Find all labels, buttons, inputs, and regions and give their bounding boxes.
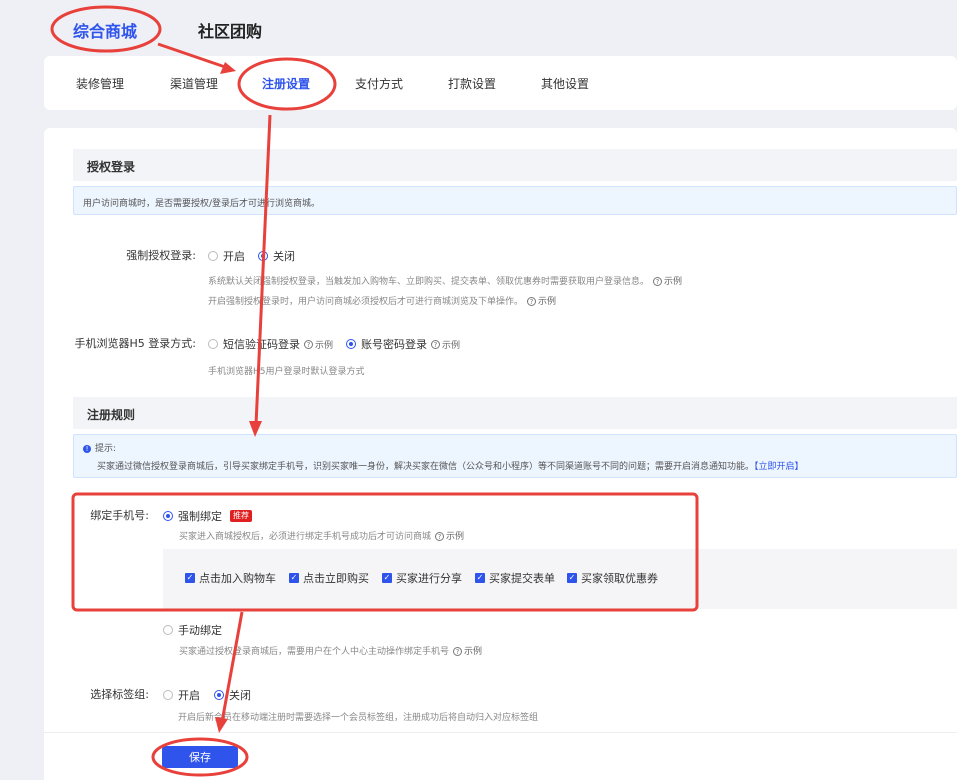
bind-force-help: 买家进入商城授权后，必须进行绑定手机号成功后才可访问商城? 示例 xyxy=(179,529,464,542)
radio-label: 强制绑定 xyxy=(178,510,222,523)
tab-general-mall[interactable]: 综合商城 xyxy=(73,18,137,42)
checkbox-label: 买家领取优惠券 xyxy=(581,572,658,585)
checkbox-checked-icon: ✓ xyxy=(567,573,577,583)
tag-group-label: 选择标签组: xyxy=(90,688,149,701)
radio-checked-icon xyxy=(258,251,268,261)
checkbox-label: 买家提交表单 xyxy=(489,572,555,585)
question-icon: ? xyxy=(435,532,445,541)
recommended-badge: 推荐 xyxy=(230,510,252,522)
tab-other[interactable]: 其他设置 xyxy=(541,75,589,92)
h5-login-label: 手机浏览器H5 登录方式: xyxy=(74,337,196,350)
h5-help: 手机浏览器H5用户登录时默认登录方式 xyxy=(208,367,365,377)
tag-on-radio[interactable]: 开启 xyxy=(163,687,200,703)
tip-text: 买家通过微信授权登录商城后，引导买家绑定手机号，识别买家唯一身份，解决买家在微信… xyxy=(97,462,755,472)
tab-register-settings[interactable]: 注册设置 xyxy=(262,75,310,92)
force-auth-label: 强制授权登录: xyxy=(126,249,196,262)
question-icon: ? xyxy=(527,297,537,306)
radio-checked-icon xyxy=(214,690,224,700)
radio-label: 手动绑定 xyxy=(178,624,222,637)
radio-checked-icon xyxy=(346,339,356,349)
checkbox-submit-form[interactable]: ✓ 买家提交表单 xyxy=(475,570,555,586)
radio-label: 开启 xyxy=(223,250,245,263)
checkbox-checked-icon: ✓ xyxy=(185,573,195,583)
help-text: 系统默认关闭强制授权登录，当触发加入购物车、立即购买、提交表单、领取优惠券时需要… xyxy=(208,277,650,287)
help-text: 买家通过授权登录商城后，需要用户在个人中心主动操作绑定手机号 xyxy=(179,647,450,657)
radio-label: 短信验证码登录 xyxy=(223,338,300,351)
sub-tab-bar: 装修管理 渠道管理 注册设置 支付方式 打款设置 其他设置 xyxy=(44,56,957,110)
force-auth-help-1: 系统默认关闭强制授权登录，当触发加入购物车、立即购买、提交表单、领取优惠券时需要… xyxy=(208,274,682,287)
radio-label: 关闭 xyxy=(229,689,251,702)
radio-icon xyxy=(208,339,218,349)
example-link[interactable]: 示例 xyxy=(446,532,464,542)
question-icon: ? xyxy=(453,647,463,656)
force-auth-help-2: 开启强制授权登录时，用户访问商城必须授权后才可进行商城浏览及下单操作。? 示例 xyxy=(208,294,556,307)
question-icon: ? xyxy=(431,339,440,349)
section-register-heading: 注册规则 xyxy=(73,397,957,429)
h5-sms-radio[interactable]: 短信验证码登录? 示例 xyxy=(208,336,333,352)
force-auth-on-radio[interactable]: 开启 xyxy=(208,248,245,264)
radio-icon xyxy=(163,625,173,635)
checkbox-checked-icon: ✓ xyxy=(475,573,485,583)
section-auth-heading: 授权登录 xyxy=(73,149,957,181)
bind-force-radio[interactable]: 强制绑定 推荐 xyxy=(163,508,252,524)
checkbox-checked-icon: ✓ xyxy=(382,573,392,583)
checkbox-checked-icon: ✓ xyxy=(289,573,299,583)
tab-payment[interactable]: 支付方式 xyxy=(355,75,403,92)
question-icon: ? xyxy=(304,339,313,349)
auth-info-box: 用户访问商城时，是否需要授权/登录后才可进行浏览商城。 xyxy=(73,186,957,215)
tag-help: 开启后新会员在移动端注册时需要选择一个会员标签组，注册成功后将自动归入对应标签组 xyxy=(178,713,539,723)
bind-manual-radio[interactable]: 手动绑定 xyxy=(163,622,222,638)
example-link[interactable]: 示例 xyxy=(538,297,556,307)
tab-transfer[interactable]: 打款设置 xyxy=(448,75,496,92)
info-icon: ! xyxy=(83,445,91,453)
help-text: 买家进入商城授权后，必须进行绑定手机号成功后才可访问商城 xyxy=(179,532,432,542)
question-icon: ? xyxy=(653,277,663,286)
radio-label: 关闭 xyxy=(273,250,295,263)
top-tab-bar: 综合商城 社区团购 xyxy=(44,0,957,56)
example-link[interactable]: 示例 xyxy=(315,338,333,351)
force-auth-off-radio[interactable]: 关闭 xyxy=(258,248,295,264)
save-button[interactable]: 保存 xyxy=(162,746,238,768)
radio-icon xyxy=(208,251,218,261)
settings-panel: 授权登录 用户访问商城时，是否需要授权/登录后才可进行浏览商城。 强制授权登录:… xyxy=(44,128,957,780)
tab-channel[interactable]: 渠道管理 xyxy=(170,75,218,92)
bind-manual-help: 买家通过授权登录商城后，需要用户在个人中心主动操作绑定手机号? 示例 xyxy=(179,644,482,657)
example-link[interactable]: 示例 xyxy=(442,338,460,351)
checkbox-buy-now[interactable]: ✓ 点击立即购买 xyxy=(289,570,369,586)
bind-phone-label: 绑定手机号: xyxy=(90,509,149,522)
enable-now-link[interactable]: 【立即开启】 xyxy=(754,462,804,472)
radio-label: 账号密码登录 xyxy=(361,338,427,351)
tag-off-radio[interactable]: 关闭 xyxy=(214,687,251,703)
checkbox-label: 点击加入购物车 xyxy=(199,572,276,585)
example-link[interactable]: 示例 xyxy=(464,647,482,657)
register-tip-box: ! 提示: 买家通过微信授权登录商城后，引导买家绑定手机号，识别买家唯一身份，解决… xyxy=(73,434,957,478)
checkbox-add-cart[interactable]: ✓ 点击加入购物车 xyxy=(185,570,276,586)
h5-password-radio[interactable]: 账号密码登录? 示例 xyxy=(346,336,460,352)
checkbox-label: 买家进行分享 xyxy=(396,572,462,585)
checkbox-coupon[interactable]: ✓ 买家领取优惠券 xyxy=(567,570,658,586)
radio-icon xyxy=(163,690,173,700)
radio-label: 开启 xyxy=(178,689,200,702)
checkbox-share[interactable]: ✓ 买家进行分享 xyxy=(382,570,462,586)
help-text: 开启强制授权登录时，用户访问商城必须授权后才可进行商城浏览及下单操作。 xyxy=(208,297,524,307)
bind-trigger-box xyxy=(163,549,957,609)
auth-info-text: 用户访问商城时，是否需要授权/登录后才可进行浏览商城。 xyxy=(83,199,321,209)
tip-title: 提示: xyxy=(95,444,117,454)
checkbox-label: 点击立即购买 xyxy=(303,572,369,585)
radio-checked-icon xyxy=(163,511,173,521)
tab-decoration[interactable]: 装修管理 xyxy=(76,75,124,92)
tab-community-group[interactable]: 社区团购 xyxy=(198,18,262,42)
example-link[interactable]: 示例 xyxy=(664,277,682,287)
